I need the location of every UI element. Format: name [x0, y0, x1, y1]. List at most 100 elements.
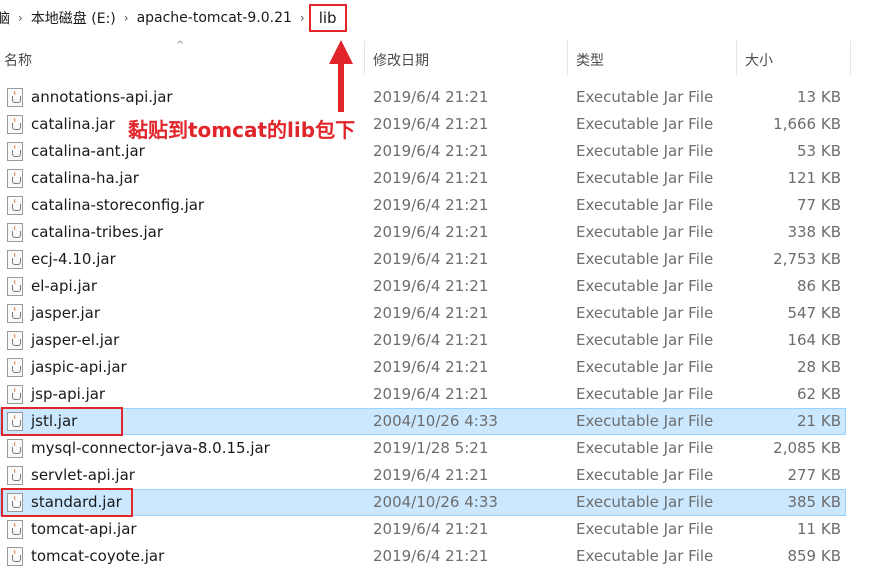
jar-file-icon: [7, 493, 23, 512]
jar-file-icon: [7, 88, 23, 107]
jar-file-icon: [7, 547, 23, 566]
file-size: 277 KB: [787, 466, 841, 484]
file-type: Executable Jar File: [576, 358, 714, 376]
file-size: 62 KB: [797, 385, 841, 403]
file-type: Executable Jar File: [576, 250, 714, 268]
file-name: catalina-ant.jar: [31, 142, 145, 160]
file-type: Executable Jar File: [576, 385, 714, 403]
file-row[interactable]: jstl.jar 2004/10/26 4:33 Executable Jar Fi…: [0, 408, 883, 435]
file-row[interactable]: tomcat-api.jar 2019/6/4 21:21 Executable J…: [0, 516, 883, 543]
file-date: 2004/10/26 4:33: [373, 412, 498, 430]
file-size: 859 KB: [787, 547, 841, 565]
file-date: 2019/6/4 21:21: [373, 277, 489, 295]
file-row[interactable]: mysql-connector-java-8.0.15.jar 2019/1/28…: [0, 435, 883, 462]
file-row[interactable]: jaspic-api.jar 2019/6/4 21:21 Executable J…: [0, 354, 883, 381]
file-date: 2004/10/26 4:33: [373, 493, 498, 511]
file-size: 53 KB: [797, 142, 841, 160]
file-row[interactable]: tomcat-coyote.jar 2019/6/4 21:21 Executabl…: [0, 543, 883, 570]
file-name: tomcat-api.jar: [31, 520, 137, 538]
jar-file-icon: [7, 277, 23, 296]
jar-file-icon: [7, 439, 23, 458]
file-size: 13 KB: [797, 88, 841, 106]
chevron-right-icon: ›: [299, 11, 305, 25]
file-size: 77 KB: [797, 196, 841, 214]
red-arrow-icon: [329, 40, 353, 112]
file-size: 86 KB: [797, 277, 841, 295]
file-row[interactable]: catalina-tribes.jar 2019/6/4 21:21 Executa…: [0, 219, 883, 246]
jar-file-icon: [7, 412, 23, 431]
file-type: Executable Jar File: [576, 412, 714, 430]
file-name: ecj-4.10.jar: [31, 250, 116, 268]
file-date: 2019/6/4 21:21: [373, 169, 489, 187]
file-date: 2019/6/4 21:21: [373, 304, 489, 322]
file-date: 2019/6/4 21:21: [373, 385, 489, 403]
file-name: jaspic-api.jar: [31, 358, 127, 376]
file-type: Executable Jar File: [576, 88, 714, 106]
jar-file-icon: [7, 196, 23, 215]
file-row[interactable]: standard.jar 2004/10/26 4:33 Executable Ja…: [0, 489, 883, 516]
chevron-right-icon: ›: [123, 11, 129, 25]
file-name: tomcat-coyote.jar: [31, 547, 165, 565]
file-size: 164 KB: [787, 331, 841, 349]
file-size: 11 KB: [797, 520, 841, 538]
file-date: 2019/1/28 5:21: [373, 439, 489, 457]
file-type: Executable Jar File: [576, 196, 714, 214]
file-name: jstl.jar: [31, 412, 78, 430]
file-size: 28 KB: [797, 358, 841, 376]
breadcrumb-item-computer[interactable]: 脑: [0, 8, 10, 28]
jar-file-icon: [7, 169, 23, 188]
file-type: Executable Jar File: [576, 169, 714, 187]
jar-file-icon: [7, 520, 23, 539]
file-type: Executable Jar File: [576, 439, 714, 457]
breadcrumb-item-tomcat[interactable]: apache-tomcat-9.0.21: [137, 10, 292, 26]
breadcrumb: 脑 › 本地磁盘 (E:) › apache-tomcat-9.0.21 › l…: [0, 0, 883, 36]
column-header-name[interactable]: 名称: [4, 50, 32, 70]
file-row[interactable]: jsp-api.jar 2019/6/4 21:21 Executable Jar …: [0, 381, 883, 408]
file-row[interactable]: el-api.jar 2019/6/4 21:21 Executable Jar F…: [0, 273, 883, 300]
file-name: servlet-api.jar: [31, 466, 135, 484]
file-date: 2019/6/4 21:21: [373, 520, 489, 538]
file-row[interactable]: ecj-4.10.jar 2019/6/4 21:21 Executable Jar…: [0, 246, 883, 273]
breadcrumb-item-local-disk[interactable]: 本地磁盘 (E:): [31, 8, 116, 28]
file-name: annotations-api.jar: [31, 88, 173, 106]
file-size: 121 KB: [787, 169, 841, 187]
column-header: 名称 修改日期 类型 大小: [0, 44, 883, 74]
file-row[interactable]: annotations-api.jar 2019/6/4 21:21 Executa…: [0, 84, 883, 111]
file-name: jasper-el.jar: [31, 331, 120, 349]
breadcrumb-item-lib[interactable]: lib: [308, 4, 347, 32]
file-size: 385 KB: [787, 493, 841, 511]
file-type: Executable Jar File: [576, 115, 714, 133]
file-row[interactable]: catalina-storeconfig.jar 2019/6/4 21:21 Ex…: [0, 192, 883, 219]
file-row[interactable]: jasper.jar 2019/6/4 21:21 Executable Jar F…: [0, 300, 883, 327]
file-row[interactable]: catalina-ha.jar 2019/6/4 21:21 Executable …: [0, 165, 883, 192]
chevron-right-icon: ›: [18, 11, 23, 25]
file-type: Executable Jar File: [576, 547, 714, 565]
jar-file-icon: [7, 466, 23, 485]
file-date: 2019/6/4 21:21: [373, 142, 489, 160]
column-header-date[interactable]: 修改日期: [373, 50, 429, 70]
file-type: Executable Jar File: [576, 493, 714, 511]
file-name: standard.jar: [31, 493, 122, 511]
file-size: 2,753 KB: [773, 250, 841, 268]
file-type: Executable Jar File: [576, 277, 714, 295]
column-header-type[interactable]: 类型: [576, 50, 604, 70]
jar-file-icon: [7, 115, 23, 134]
file-type: Executable Jar File: [576, 223, 714, 241]
jar-file-icon: [7, 223, 23, 242]
file-type: Executable Jar File: [576, 520, 714, 538]
jar-file-icon: [7, 385, 23, 404]
column-header-size[interactable]: 大小: [745, 50, 773, 70]
file-date: 2019/6/4 21:21: [373, 358, 489, 376]
file-date: 2019/6/4 21:21: [373, 223, 489, 241]
file-type: Executable Jar File: [576, 304, 714, 322]
file-date: 2019/6/4 21:21: [373, 547, 489, 565]
file-row[interactable]: servlet-api.jar 2019/6/4 21:21 Executable …: [0, 462, 883, 489]
file-row[interactable]: jasper-el.jar 2019/6/4 21:21 Executable Ja…: [0, 327, 883, 354]
file-date: 2019/6/4 21:21: [373, 250, 489, 268]
file-date: 2019/6/4 21:21: [373, 196, 489, 214]
file-date: 2019/6/4 21:21: [373, 88, 489, 106]
file-name: catalina-ha.jar: [31, 169, 139, 187]
jar-file-icon: [7, 250, 23, 269]
jar-file-icon: [7, 142, 23, 161]
file-name: jsp-api.jar: [31, 385, 106, 403]
